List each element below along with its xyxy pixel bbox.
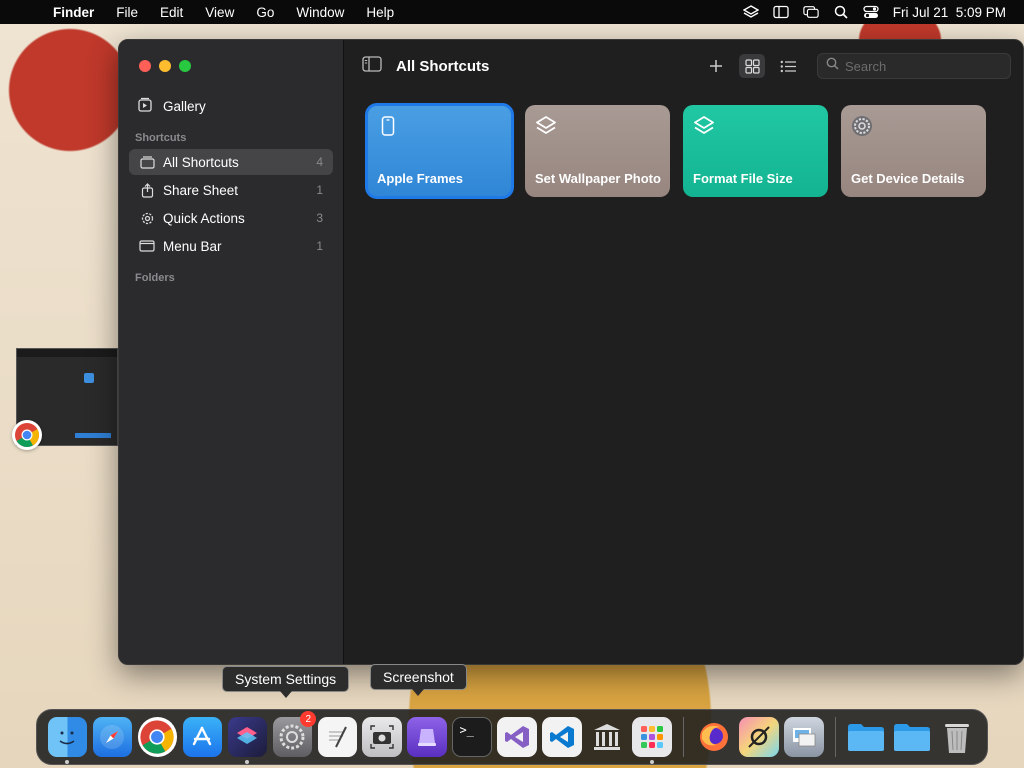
dock-system-settings-icon[interactable]: 2: [272, 711, 317, 757]
zoom-window-button[interactable]: [179, 60, 191, 72]
dock-color-picker-icon[interactable]: [739, 717, 780, 757]
dock: 2 >_: [36, 709, 988, 765]
settings-gear-icon: [851, 115, 873, 137]
shortcuts-layers-icon: [693, 115, 715, 137]
list-view-button[interactable]: [775, 54, 801, 78]
dock-terminal-icon[interactable]: >_: [452, 717, 493, 757]
dock-chrome-icon[interactable]: [137, 717, 178, 757]
search-input[interactable]: [845, 58, 995, 74]
shortcuts-grid: Apple Frames Set Wallpaper Photo Format …: [365, 103, 986, 199]
dock-safari-icon[interactable]: [92, 717, 133, 757]
dock-visual-studio-icon[interactable]: [497, 717, 538, 757]
dock-vscode-icon[interactable]: [542, 717, 583, 757]
dock-app-store-icon[interactable]: [182, 717, 223, 757]
sidebar-item-label: Quick Actions: [163, 210, 245, 226]
dock-separator: [834, 717, 836, 757]
phone-icon: [377, 115, 399, 137]
dock-screenshot-icon[interactable]: [362, 717, 403, 757]
dock-launchpad-icon[interactable]: [632, 717, 673, 764]
menu-bar: Finder File Edit View Go Window Help Fri…: [0, 0, 1024, 24]
dock-textedit-icon[interactable]: [317, 717, 358, 757]
search-icon: [826, 57, 839, 75]
menubar-clock[interactable]: Fri Jul 21 5:09 PM: [893, 5, 1006, 20]
sidebar-item-count: 4: [316, 155, 323, 169]
shortcut-title: Get Device Details: [851, 171, 965, 186]
shortcut-title: Set Wallpaper Photo: [535, 171, 661, 186]
menu-window[interactable]: Window: [285, 5, 355, 20]
dock-firefox-icon[interactable]: [694, 717, 734, 757]
sidebar-item-menu-bar[interactable]: Menu Bar 1: [129, 233, 333, 259]
sidebar-status-icon[interactable]: [773, 5, 789, 19]
dock-trash-icon[interactable]: [937, 717, 977, 757]
shortcuts-window: Gallery Shortcuts All Shortcuts 4 Share …: [118, 39, 1024, 665]
shortcut-title: Apple Frames: [377, 171, 463, 186]
sidebar-shortcuts-list: All Shortcuts 4 Share Sheet 1 Quick Acti…: [129, 149, 333, 261]
shortcut-card-format-file-size[interactable]: Format File Size: [683, 105, 828, 197]
tooltip-system-settings: System Settings: [222, 666, 350, 698]
menu-view[interactable]: View: [194, 5, 245, 20]
search-field[interactable]: [817, 53, 1011, 79]
tooltip-screenshot: Screenshot: [370, 664, 467, 696]
screen-mirroring-icon[interactable]: [803, 5, 819, 19]
shortcut-title: Format File Size: [693, 171, 793, 186]
gear-icon: [139, 211, 155, 225]
menu-go[interactable]: Go: [245, 5, 285, 20]
main-content: All Shortcuts Search Apple Frames Set Wa…: [344, 40, 1023, 664]
menu-app-name[interactable]: Finder: [44, 5, 105, 20]
window-controls: [139, 60, 191, 72]
chrome-badge-icon: [12, 420, 42, 450]
shortcuts-status-icon[interactable]: [742, 5, 759, 19]
minimize-window-button[interactable]: [159, 60, 171, 72]
sidebar-item-label: Menu Bar: [163, 238, 222, 254]
dock-finder-icon[interactable]: [47, 717, 88, 764]
menu-edit[interactable]: Edit: [149, 5, 194, 20]
grid-view-button[interactable]: [739, 54, 765, 78]
sidebar-item-count: 1: [316, 239, 323, 253]
menu-help[interactable]: Help: [355, 5, 405, 20]
menu-file[interactable]: File: [105, 5, 149, 20]
add-shortcut-button[interactable]: [703, 54, 729, 78]
dock-separator: [682, 717, 684, 757]
sidebar-item-count: 3: [316, 211, 323, 225]
dock-folder-icon[interactable]: [846, 717, 886, 757]
sidebar-item-quick-actions[interactable]: Quick Actions 3: [129, 205, 333, 231]
notification-badge: 2: [300, 711, 317, 727]
shortcuts-section-header: Shortcuts: [135, 132, 187, 144]
sidebar-item-gallery[interactable]: Gallery: [137, 96, 333, 116]
shortcuts-layers-icon: [535, 115, 557, 137]
page-title: All Shortcuts: [396, 57, 490, 75]
sidebar-gallery-label: Gallery: [163, 98, 206, 114]
control-center-icon[interactable]: [863, 5, 879, 19]
sidebar-item-label: Share Sheet: [163, 182, 239, 198]
dock-folder-icon[interactable]: [892, 717, 932, 757]
dock-simulator-icon[interactable]: [407, 717, 448, 757]
sidebar-item-label: All Shortcuts: [163, 154, 239, 170]
sidebar-item-share-sheet[interactable]: Share Sheet 1: [129, 177, 333, 203]
sidebar: Gallery Shortcuts All Shortcuts 4 Share …: [119, 40, 344, 664]
toolbar: All Shortcuts: [344, 40, 1023, 92]
folders-section-header[interactable]: Folders: [135, 272, 175, 284]
shortcut-card-apple-frames[interactable]: Apple Frames: [365, 103, 514, 199]
dock-library-icon[interactable]: [587, 717, 627, 757]
spotlight-search-icon[interactable]: [833, 5, 849, 19]
sidebar-item-count: 1: [316, 183, 323, 197]
share-icon: [139, 182, 155, 198]
close-window-button[interactable]: [139, 60, 151, 72]
dock-shortcuts-icon[interactable]: [227, 717, 268, 764]
sidebar-item-all-shortcuts[interactable]: All Shortcuts 4: [129, 149, 333, 175]
all-shortcuts-icon: [139, 155, 155, 169]
toggle-sidebar-icon[interactable]: [362, 55, 382, 77]
menubar-icon: [139, 239, 155, 253]
gallery-icon: [137, 97, 153, 116]
shortcut-card-set-wallpaper-photo[interactable]: Set Wallpaper Photo: [525, 105, 670, 197]
shortcut-card-get-device-details[interactable]: Get Device Details: [841, 105, 986, 197]
dock-preview-icon[interactable]: [784, 717, 825, 757]
